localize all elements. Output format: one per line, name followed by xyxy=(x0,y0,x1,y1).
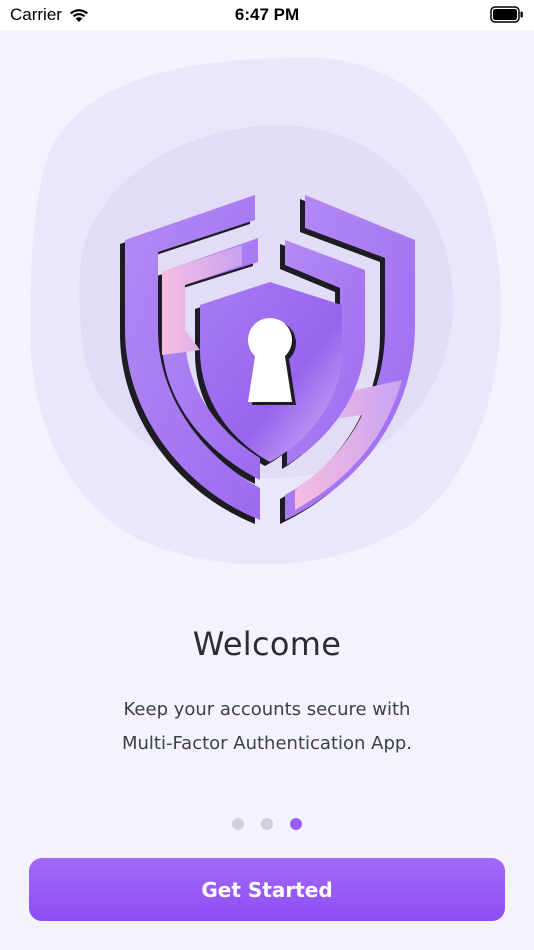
subtitle-line-2: Multi-Factor Authentication App. xyxy=(121,733,413,754)
shield-keyhole-icon xyxy=(120,195,415,524)
subtitle-line-1: Keep your accounts secure with xyxy=(123,699,411,720)
battery-icon xyxy=(490,6,524,23)
welcome-title: Welcome xyxy=(192,625,342,663)
content-area: Welcome Keep your accounts secure with M… xyxy=(0,30,534,950)
status-time: 6:47 PM xyxy=(234,5,300,24)
page-indicator xyxy=(0,818,534,830)
onboarding-screen: Carrier 6:47 PM Welcome Keep your accoun… xyxy=(0,0,534,950)
status-bar: Carrier 6:47 PM xyxy=(0,0,534,30)
page-dot-1[interactable] xyxy=(232,818,244,830)
get-started-button[interactable]: Get Started xyxy=(29,858,505,921)
page-dot-3-active[interactable] xyxy=(290,818,302,830)
welcome-subtitle: Keep your accounts secure with Multi-Fac… xyxy=(60,693,474,761)
page-dot-2[interactable] xyxy=(261,818,273,830)
